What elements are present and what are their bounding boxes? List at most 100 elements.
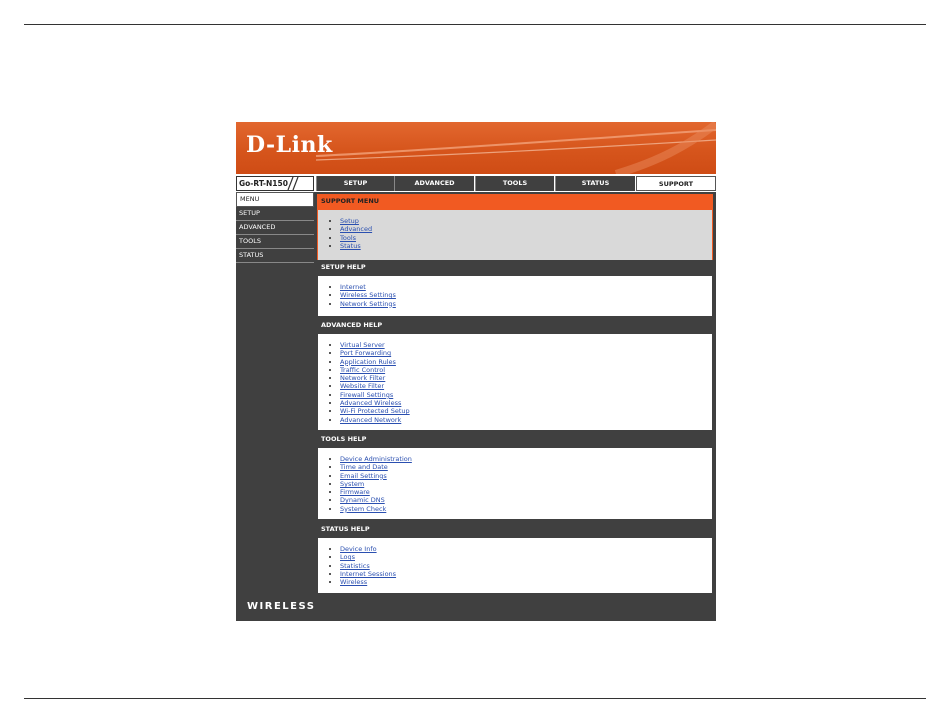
help-link-time-and-date[interactable]: Time and Date: [340, 463, 388, 471]
sidebar-item-tools[interactable]: TOOLS: [236, 235, 314, 249]
panel-body: Virtual ServerPort ForwardingApplication…: [317, 333, 713, 431]
help-link-statistics[interactable]: Statistics: [340, 562, 370, 570]
help-link-status[interactable]: Status: [340, 242, 361, 250]
tab-setup[interactable]: SETUP: [316, 176, 394, 191]
list-item: Advanced Wireless: [340, 399, 712, 407]
help-link-tools[interactable]: Tools: [340, 234, 356, 242]
help-link-internet[interactable]: Internet: [340, 283, 366, 291]
main-content: SUPPORT MENU SetupAdvancedToolsStatus SETU…: [314, 192, 716, 595]
help-link-traffic-control[interactable]: Traffic Control: [340, 366, 385, 374]
list-item: Advanced Network: [340, 416, 712, 424]
list-item: Status: [340, 242, 712, 250]
tools-help-panel: TOOLS HELP Device AdministrationTime and …: [317, 432, 713, 520]
help-link-internet-sessions[interactable]: Internet Sessions: [340, 570, 396, 578]
list-item: Dynamic DNS: [340, 496, 712, 504]
help-link-dynamic-dns[interactable]: Dynamic DNS: [340, 496, 385, 504]
list-item: Wireless: [340, 578, 712, 586]
help-link-setup[interactable]: Setup: [340, 217, 359, 225]
list-item: Virtual Server: [340, 341, 712, 349]
list-item: Application Rules: [340, 358, 712, 366]
tab-support[interactable]: SUPPORT: [636, 176, 716, 191]
help-link-wireless-settings[interactable]: Wireless Settings: [340, 291, 396, 299]
help-link-firmware[interactable]: Firmware: [340, 488, 370, 496]
panel-body: SetupAdvancedToolsStatus: [317, 209, 713, 261]
help-link-port-forwarding[interactable]: Port Forwarding: [340, 349, 391, 357]
help-link-firewall-settings[interactable]: Firewall Settings: [340, 391, 393, 399]
link-list: SetupAdvancedToolsStatus: [318, 217, 712, 250]
list-item: Traffic Control: [340, 366, 712, 374]
link-list: Device InfoLogsStatisticsInternet Sessio…: [318, 545, 712, 586]
link-list: InternetWireless SettingsNetwork Setting…: [318, 283, 712, 308]
router-admin-window: D-Link Go-RT-N150 SETUP ADVANCED TOOLS STAT…: [236, 122, 716, 621]
panel-title: ADVANCED HELP: [317, 318, 713, 333]
sidebar-item-setup[interactable]: SETUP: [236, 207, 314, 221]
help-link-advanced[interactable]: Advanced: [340, 225, 372, 233]
advanced-help-panel: ADVANCED HELP Virtual ServerPort Forwardi…: [317, 318, 713, 431]
help-link-network-filter[interactable]: Network Filter: [340, 374, 385, 382]
list-item: Time and Date: [340, 463, 712, 471]
model-label: Go-RT-N150: [236, 176, 314, 191]
list-item: Setup: [340, 217, 712, 225]
list-item: Wireless Settings: [340, 291, 712, 299]
help-link-system-check[interactable]: System Check: [340, 505, 386, 513]
link-list: Virtual ServerPort ForwardingApplication…: [318, 341, 712, 424]
sidebar: MENU SETUP ADVANCED TOOLS STATUS: [236, 192, 314, 595]
list-item: Port Forwarding: [340, 349, 712, 357]
list-item: Wi-Fi Protected Setup: [340, 407, 712, 415]
list-item: Network Settings: [340, 300, 712, 308]
sidebar-item-status[interactable]: STATUS: [236, 249, 314, 263]
help-link-virtual-server[interactable]: Virtual Server: [340, 341, 385, 349]
tab-status[interactable]: STATUS: [555, 176, 635, 191]
panel-body: Device AdministrationTime and DateEmail …: [317, 447, 713, 520]
bottom-rule: [24, 698, 926, 699]
help-link-network-settings[interactable]: Network Settings: [340, 300, 396, 308]
tab-advanced[interactable]: ADVANCED: [394, 176, 474, 191]
setup-help-panel: SETUP HELP InternetWireless SettingsNetwo…: [317, 260, 713, 317]
status-help-panel: STATUS HELP Device InfoLogsStatisticsInte…: [317, 522, 713, 594]
list-item: Network Filter: [340, 374, 712, 382]
top-rule: [24, 24, 926, 25]
panel-title: SETUP HELP: [317, 260, 713, 275]
panel-body: Device InfoLogsStatisticsInternet Sessio…: [317, 537, 713, 594]
help-link-website-filter[interactable]: Website Filter: [340, 382, 384, 390]
sidebar-item-menu[interactable]: MENU: [236, 192, 314, 207]
list-item: Internet: [340, 283, 712, 291]
list-item: Email Settings: [340, 472, 712, 480]
help-link-email-settings[interactable]: Email Settings: [340, 472, 387, 480]
help-link-advanced-wireless[interactable]: Advanced Wireless: [340, 399, 401, 407]
list-item: Advanced: [340, 225, 712, 233]
sidebar-item-advanced[interactable]: ADVANCED: [236, 221, 314, 235]
help-link-wireless[interactable]: Wireless: [340, 578, 367, 586]
help-link-system[interactable]: System: [340, 480, 364, 488]
panel-title: SUPPORT MENU: [317, 194, 713, 209]
help-link-device-administration[interactable]: Device Administration: [340, 455, 412, 463]
panel-body: InternetWireless SettingsNetwork Setting…: [317, 275, 713, 317]
list-item: System: [340, 480, 712, 488]
footer: WIRELESS: [236, 595, 716, 621]
support-menu-panel: SUPPORT MENU SetupAdvancedToolsStatus: [317, 194, 713, 261]
list-item: Website Filter: [340, 382, 712, 390]
slashes-icon: [287, 176, 299, 191]
tab-tools[interactable]: TOOLS: [475, 176, 554, 191]
top-navigation: Go-RT-N150 SETUP ADVANCED TOOLS STATUS SUPPO…: [236, 176, 716, 191]
list-item: Tools: [340, 234, 712, 242]
list-item: Firmware: [340, 488, 712, 496]
list-item: Internet Sessions: [340, 570, 712, 578]
panel-title: STATUS HELP: [317, 522, 713, 537]
list-item: Statistics: [340, 562, 712, 570]
help-link-device-info[interactable]: Device Info: [340, 545, 377, 553]
banner: D-Link: [236, 122, 716, 174]
list-item: System Check: [340, 505, 712, 513]
help-link-advanced-network[interactable]: Advanced Network: [340, 416, 401, 424]
wireless-wordmark: WIRELESS: [247, 601, 316, 612]
list-item: Logs: [340, 553, 712, 561]
help-link-logs[interactable]: Logs: [340, 553, 355, 561]
list-item: Device Administration: [340, 455, 712, 463]
d-link-logo: D-Link: [246, 132, 333, 158]
help-link-wi-fi-protected-setup[interactable]: Wi-Fi Protected Setup: [340, 407, 410, 415]
help-link-application-rules[interactable]: Application Rules: [340, 358, 396, 366]
list-item: Firewall Settings: [340, 391, 712, 399]
panel-title: TOOLS HELP: [317, 432, 713, 447]
link-list: Device AdministrationTime and DateEmail …: [318, 455, 712, 513]
list-item: Device Info: [340, 545, 712, 553]
